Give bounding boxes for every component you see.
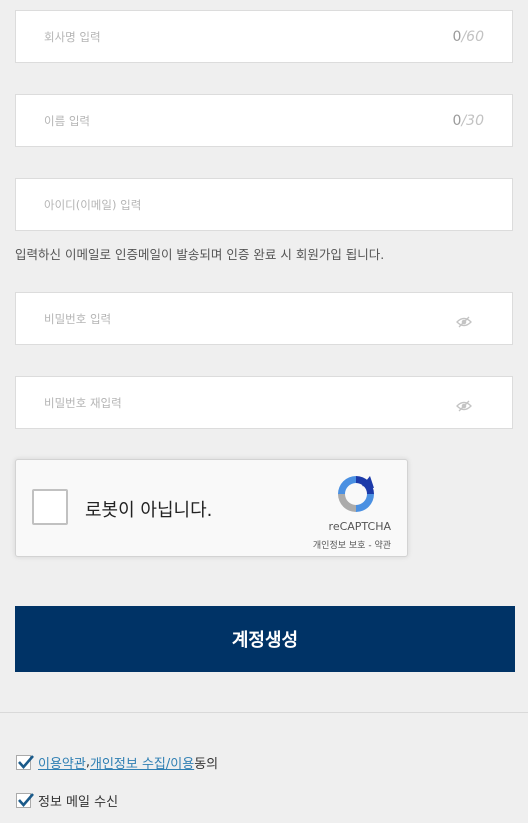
- email-subscribe-label: 정보 메일 수신: [38, 795, 119, 810]
- privacy-link[interactable]: 개인정보 수집/이용: [90, 753, 194, 772]
- recaptcha-label: 로봇이 아닙니다.: [85, 500, 213, 521]
- eye-hidden-icon[interactable]: [456, 313, 472, 327]
- create-account-button[interactable]: 계정생성: [15, 606, 515, 672]
- name-placeholder: 이름 입력: [44, 113, 90, 128]
- signup-page: 회사명 입력 0/60 이름 입력 0/30 아이디(이메일) 입력 입력하신 …: [0, 0, 528, 823]
- company-name-counter: 0/60: [452, 28, 484, 45]
- name-counter: 0/30: [452, 112, 484, 129]
- divider: [0, 712, 528, 713]
- email-placeholder: 아이디(이메일) 입력: [44, 197, 142, 212]
- recaptcha-terms-link[interactable]: 약관: [374, 541, 391, 551]
- password-confirm-placeholder: 비밀번호 재입력: [44, 395, 122, 410]
- company-name-input[interactable]: 회사명 입력 0/60: [15, 10, 513, 63]
- terms-agreement-row: 이용약관, 개인정보 수집/이용 동의: [16, 753, 218, 772]
- password-input[interactable]: 비밀번호 입력: [15, 292, 513, 345]
- terms-agree-checkbox[interactable]: [16, 755, 34, 770]
- checkmark-icon: [18, 755, 34, 769]
- email-notice: 입력하신 이메일로 인증메일이 발송되며 인증 완료 시 회원가입 됩니다.: [15, 247, 385, 262]
- password-confirm-input[interactable]: 비밀번호 재입력: [15, 376, 513, 429]
- password-placeholder: 비밀번호 입력: [44, 311, 112, 326]
- recaptcha-privacy-link[interactable]: 개인정보 보호: [313, 541, 366, 551]
- email-subscribe-row: 정보 메일 수신: [16, 791, 118, 810]
- name-input[interactable]: 이름 입력 0/30: [15, 94, 513, 147]
- email-subscribe-checkbox[interactable]: [16, 793, 34, 808]
- company-name-placeholder: 회사명 입력: [44, 29, 101, 44]
- recaptcha-links: 개인정보 보호 - 약관: [312, 541, 391, 551]
- terms-link[interactable]: 이용약관: [38, 753, 86, 772]
- checkmark-icon: [18, 793, 34, 807]
- recaptcha-logo-icon: [334, 472, 378, 516]
- email-input[interactable]: 아이디(이메일) 입력: [15, 178, 513, 231]
- eye-hidden-icon[interactable]: [456, 397, 472, 411]
- recaptcha-brand: reCAPTCHA: [328, 520, 391, 533]
- recaptcha-checkbox[interactable]: [32, 489, 68, 525]
- recaptcha-widget: 로봇이 아닙니다. reCAPTCHA 개인정보 보호 - 약관: [15, 459, 408, 557]
